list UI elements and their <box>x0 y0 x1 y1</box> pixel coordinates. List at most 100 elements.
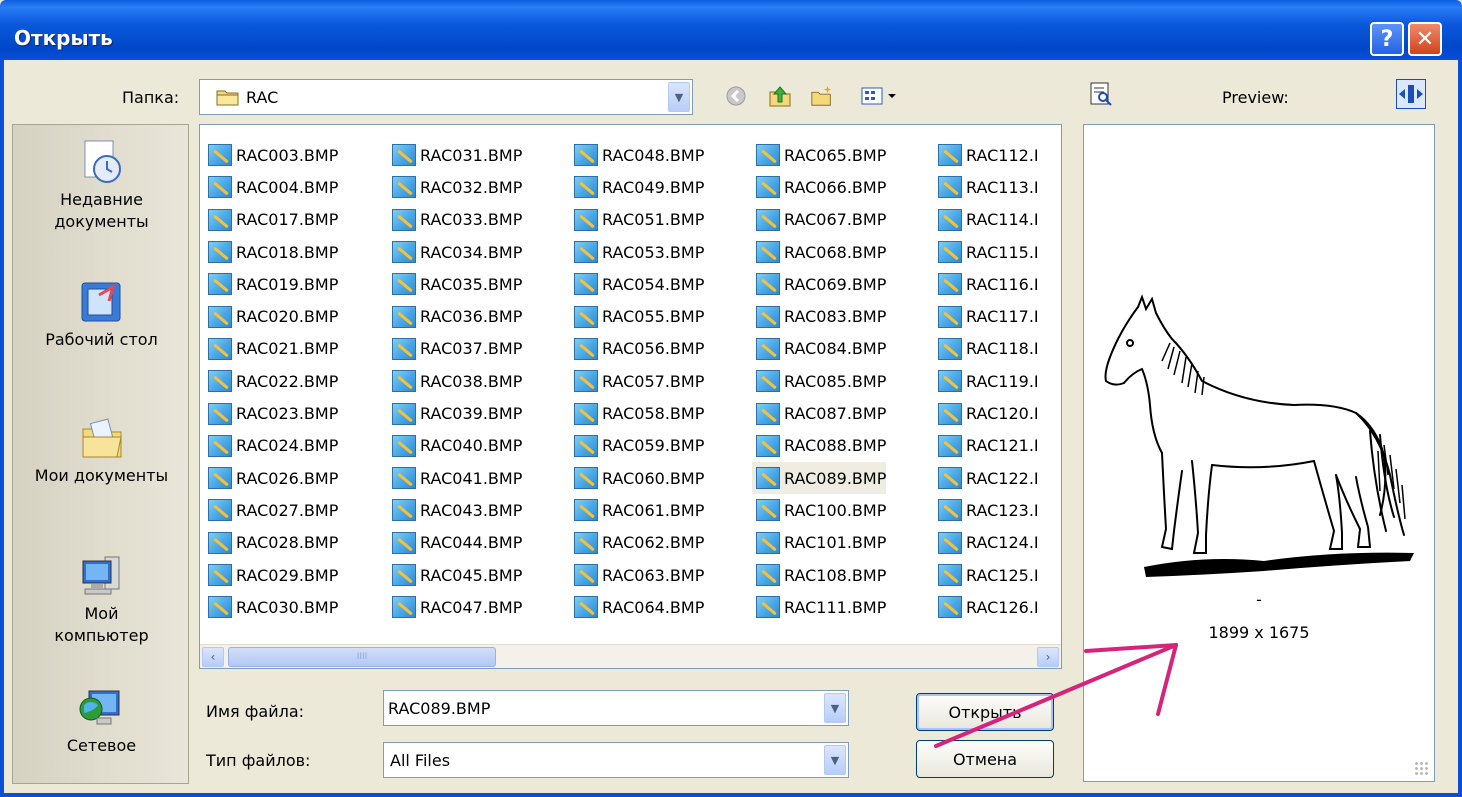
list-item[interactable]: RAC032.BMP <box>388 171 522 203</box>
list-item[interactable]: RAC117.I <box>934 300 1039 332</box>
scroll-right-button[interactable]: › <box>1037 647 1059 667</box>
list-item[interactable]: RAC053.BMP <box>570 236 704 268</box>
list-item[interactable]: RAC054.BMP <box>570 268 704 300</box>
list-item[interactable]: RAC101.BMP <box>752 527 886 559</box>
list-item[interactable]: RAC118.I <box>934 333 1039 365</box>
preview-toggle-icon[interactable] <box>1088 81 1114 107</box>
list-item[interactable]: RAC088.BMP <box>752 430 886 462</box>
scroll-thumb[interactable]: IIII <box>228 647 496 667</box>
list-item[interactable]: RAC087.BMP <box>752 397 886 429</box>
list-item[interactable]: RAC037.BMP <box>388 333 522 365</box>
list-item[interactable]: RAC111.BMP <box>752 591 886 623</box>
list-item[interactable]: RAC056.BMP <box>570 333 704 365</box>
fit-preview-icon[interactable] <box>1396 79 1426 109</box>
list-item[interactable]: RAC089.BMP <box>752 461 887 495</box>
list-item[interactable]: RAC043.BMP <box>388 494 522 526</box>
list-item[interactable]: RAC116.I <box>934 268 1039 300</box>
list-item[interactable]: RAC026.BMP <box>204 462 338 494</box>
filename-input[interactable]: RAC089.BMP ▼ <box>383 690 849 726</box>
list-item[interactable]: RAC085.BMP <box>752 365 886 397</box>
place-network[interactable]: Сетевое <box>13 685 188 757</box>
list-item[interactable]: RAC038.BMP <box>388 365 522 397</box>
list-item[interactable]: RAC123.I <box>934 494 1039 526</box>
list-item[interactable]: RAC124.I <box>934 527 1039 559</box>
list-item[interactable]: RAC126.I <box>934 591 1039 623</box>
list-item[interactable]: RAC069.BMP <box>752 268 886 300</box>
back-icon[interactable] <box>724 84 748 108</box>
chevron-down-icon[interactable]: ▼ <box>824 745 846 775</box>
list-item[interactable]: RAC031.BMP <box>388 139 522 171</box>
list-item[interactable]: RAC041.BMP <box>388 462 522 494</box>
list-item[interactable]: RAC067.BMP <box>752 204 886 236</box>
list-item[interactable]: RAC021.BMP <box>204 333 338 365</box>
list-item[interactable]: RAC113.I <box>934 171 1039 203</box>
list-item[interactable]: RAC045.BMP <box>388 559 522 591</box>
list-item[interactable]: RAC024.BMP <box>204 430 338 462</box>
list-item[interactable]: RAC039.BMP <box>388 397 522 429</box>
list-item[interactable]: RAC030.BMP <box>204 591 338 623</box>
filetype-select[interactable]: All Files ▼ <box>383 742 849 778</box>
resize-grip[interactable] <box>1414 761 1428 775</box>
list-item[interactable]: RAC020.BMP <box>204 300 338 332</box>
list-item[interactable]: RAC064.BMP <box>570 591 704 623</box>
view-menu-icon[interactable] <box>858 84 902 108</box>
list-item[interactable]: RAC044.BMP <box>388 527 522 559</box>
list-item[interactable]: RAC112.I <box>934 139 1039 171</box>
list-item[interactable]: RAC100.BMP <box>752 494 886 526</box>
list-item[interactable]: RAC063.BMP <box>570 559 704 591</box>
list-item[interactable]: RAC068.BMP <box>752 236 886 268</box>
list-item[interactable]: RAC036.BMP <box>388 300 522 332</box>
new-folder-icon[interactable] <box>810 84 834 108</box>
scroll-left-button[interactable]: ‹ <box>202 647 224 667</box>
folder-combo[interactable]: RAC ▼ <box>199 79 693 115</box>
list-item[interactable]: RAC057.BMP <box>570 365 704 397</box>
title-bar[interactable]: Открыть ? ✕ <box>0 0 1462 60</box>
list-item[interactable]: RAC023.BMP <box>204 397 338 429</box>
chevron-down-icon[interactable]: ▼ <box>824 693 846 723</box>
list-item[interactable]: RAC122.I <box>934 462 1039 494</box>
list-item[interactable]: RAC049.BMP <box>570 171 704 203</box>
list-item[interactable]: RAC066.BMP <box>752 171 886 203</box>
list-item[interactable]: RAC040.BMP <box>388 430 522 462</box>
list-item[interactable]: RAC003.BMP <box>204 139 338 171</box>
list-item[interactable]: RAC004.BMP <box>204 171 338 203</box>
place-my-documents[interactable]: Мои документы <box>13 415 188 487</box>
list-item[interactable]: RAC083.BMP <box>752 300 886 332</box>
list-item[interactable]: RAC022.BMP <box>204 365 338 397</box>
list-item[interactable]: RAC034.BMP <box>388 236 522 268</box>
list-item[interactable]: RAC058.BMP <box>570 397 704 429</box>
list-item[interactable]: RAC018.BMP <box>204 236 338 268</box>
list-item[interactable]: RAC029.BMP <box>204 559 338 591</box>
list-item[interactable]: RAC055.BMP <box>570 300 704 332</box>
list-item[interactable]: RAC028.BMP <box>204 527 338 559</box>
list-item[interactable]: RAC047.BMP <box>388 591 522 623</box>
list-item[interactable]: RAC061.BMP <box>570 494 704 526</box>
list-item[interactable]: RAC060.BMP <box>570 462 704 494</box>
close-button[interactable]: ✕ <box>1408 22 1442 56</box>
list-item[interactable]: RAC048.BMP <box>570 139 704 171</box>
list-item[interactable]: RAC120.I <box>934 397 1039 429</box>
list-item[interactable]: RAC062.BMP <box>570 527 704 559</box>
list-item[interactable]: RAC027.BMP <box>204 494 338 526</box>
list-item[interactable]: RAC125.I <box>934 559 1039 591</box>
place-desktop[interactable]: Рабочий стол <box>13 279 188 351</box>
help-button[interactable]: ? <box>1370 22 1404 56</box>
cancel-button[interactable]: Отмена <box>916 740 1054 778</box>
list-item[interactable]: RAC033.BMP <box>388 204 522 236</box>
up-folder-icon[interactable] <box>768 84 792 108</box>
file-list[interactable]: RAC003.BMP RAC004.BMP RAC017.BMP RAC018.BMP… <box>199 124 1062 669</box>
list-item[interactable]: RAC121.I <box>934 430 1039 462</box>
list-item[interactable]: RAC065.BMP <box>752 139 886 171</box>
list-item[interactable]: RAC119.I <box>934 365 1039 397</box>
place-recent-documents[interactable]: Недавние документы <box>13 139 188 233</box>
horizontal-scrollbar[interactable]: ‹ IIII › <box>200 644 1061 668</box>
place-my-computer[interactable]: Мой компьютер <box>13 553 188 647</box>
list-item[interactable]: RAC115.I <box>934 236 1039 268</box>
list-item[interactable]: RAC035.BMP <box>388 268 522 300</box>
list-item[interactable]: RAC084.BMP <box>752 333 886 365</box>
list-item[interactable]: RAC059.BMP <box>570 430 704 462</box>
chevron-down-icon[interactable]: ▼ <box>668 82 690 112</box>
list-item[interactable]: RAC051.BMP <box>570 204 704 236</box>
open-button[interactable]: Открыть <box>916 693 1054 731</box>
list-item[interactable]: RAC114.I <box>934 204 1039 236</box>
